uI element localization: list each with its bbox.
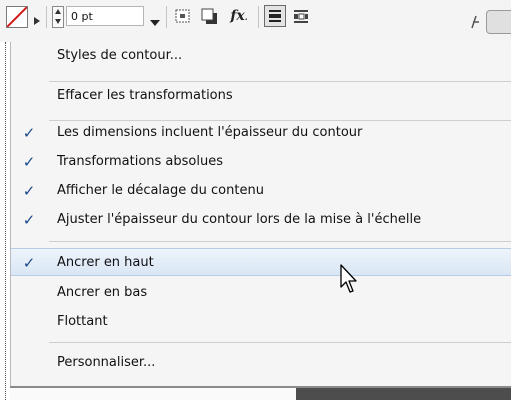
drop-shadow-icon[interactable] bbox=[198, 5, 220, 27]
menu-item-anchor-top[interactable]: ✓ Ancrer en haut bbox=[11, 248, 511, 276]
menu-item-label: Afficher le décalage du contenu bbox=[57, 183, 264, 198]
toolbar-divider bbox=[166, 6, 167, 28]
text-wrap-object-shape-icon[interactable] bbox=[290, 5, 312, 27]
menu-item-customize[interactable]: Personnaliser... bbox=[11, 349, 511, 377]
menu-separator bbox=[49, 342, 511, 343]
menu-item-label: Styles de contour... bbox=[57, 48, 183, 63]
menu-item-clear-transformations[interactable]: Effacer les transformations bbox=[11, 82, 511, 110]
menu-item-label: Personnaliser... bbox=[57, 355, 156, 370]
control-panel-toolbar: 0 pt fx. bbox=[0, 0, 511, 42]
frame-edge-guide bbox=[5, 42, 6, 400]
menu-item-anchor-bottom[interactable]: Ancrer en bas bbox=[11, 279, 511, 307]
checkmark-icon: ✓ bbox=[22, 254, 36, 272]
menu-item-label: Ajuster l'épaisseur du contour lors de l… bbox=[57, 212, 422, 227]
dropdown-arrow-icon[interactable] bbox=[150, 12, 160, 26]
text-wrap-bounding-box-icon[interactable] bbox=[264, 5, 286, 27]
control-panel-menu: Styles de contour... Effacer les transfo… bbox=[10, 42, 511, 388]
toolbar-divider bbox=[46, 6, 47, 28]
menu-item-adjust-stroke-when-scaling[interactable]: ✓ Ajuster l'épaisseur du contour lors de… bbox=[11, 206, 511, 234]
checkmark-icon: ✓ bbox=[22, 182, 36, 200]
menu-item-dimensions-include-stroke[interactable]: ✓ Les dimensions incluent l'épaisseur du… bbox=[11, 119, 511, 147]
pasteboard-dark-area bbox=[296, 386, 511, 400]
menu-item-label: Transformations absolues bbox=[57, 154, 224, 169]
triangle-right-icon[interactable] bbox=[33, 11, 41, 25]
mouse-pointer-icon bbox=[340, 264, 360, 296]
up-down-spinner-icon[interactable] bbox=[52, 6, 64, 28]
fx-effects-icon[interactable] bbox=[464, 10, 486, 32]
fx-suffix: . bbox=[244, 12, 248, 22]
menu-item-label: Effacer les transformations bbox=[57, 88, 233, 103]
menu-item-label: Les dimensions incluent l'épaisseur du c… bbox=[57, 125, 363, 140]
frame-fitting-icon[interactable] bbox=[172, 5, 194, 27]
menu-item-label: Flottant bbox=[57, 314, 108, 329]
menu-item-floating[interactable]: Flottant bbox=[11, 308, 511, 336]
document-area bbox=[10, 386, 296, 400]
stroke-weight-field[interactable]: 0 pt bbox=[66, 6, 144, 26]
stroke-none-swatch-icon[interactable] bbox=[6, 6, 28, 28]
menu-item-label: Ancrer en bas bbox=[57, 285, 148, 300]
menu-item-show-content-offset[interactable]: ✓ Afficher le décalage du contenu bbox=[11, 177, 511, 205]
menu-item-absolute-transformations[interactable]: ✓ Transformations absolues bbox=[11, 148, 511, 176]
panel-menu-button[interactable] bbox=[486, 10, 511, 34]
checkmark-icon: ✓ bbox=[22, 153, 36, 171]
checkmark-icon: ✓ bbox=[22, 124, 36, 142]
menu-separator bbox=[49, 241, 511, 242]
menu-item-label: Ancrer en haut bbox=[57, 255, 154, 270]
checkmark-icon: ✓ bbox=[22, 211, 36, 229]
fx-effects-icon[interactable]: fx. bbox=[226, 5, 252, 27]
toolbar-divider bbox=[258, 6, 259, 28]
menu-item-stroke-styles[interactable]: Styles de contour... bbox=[11, 42, 511, 70]
fx-label: fx bbox=[230, 8, 245, 24]
